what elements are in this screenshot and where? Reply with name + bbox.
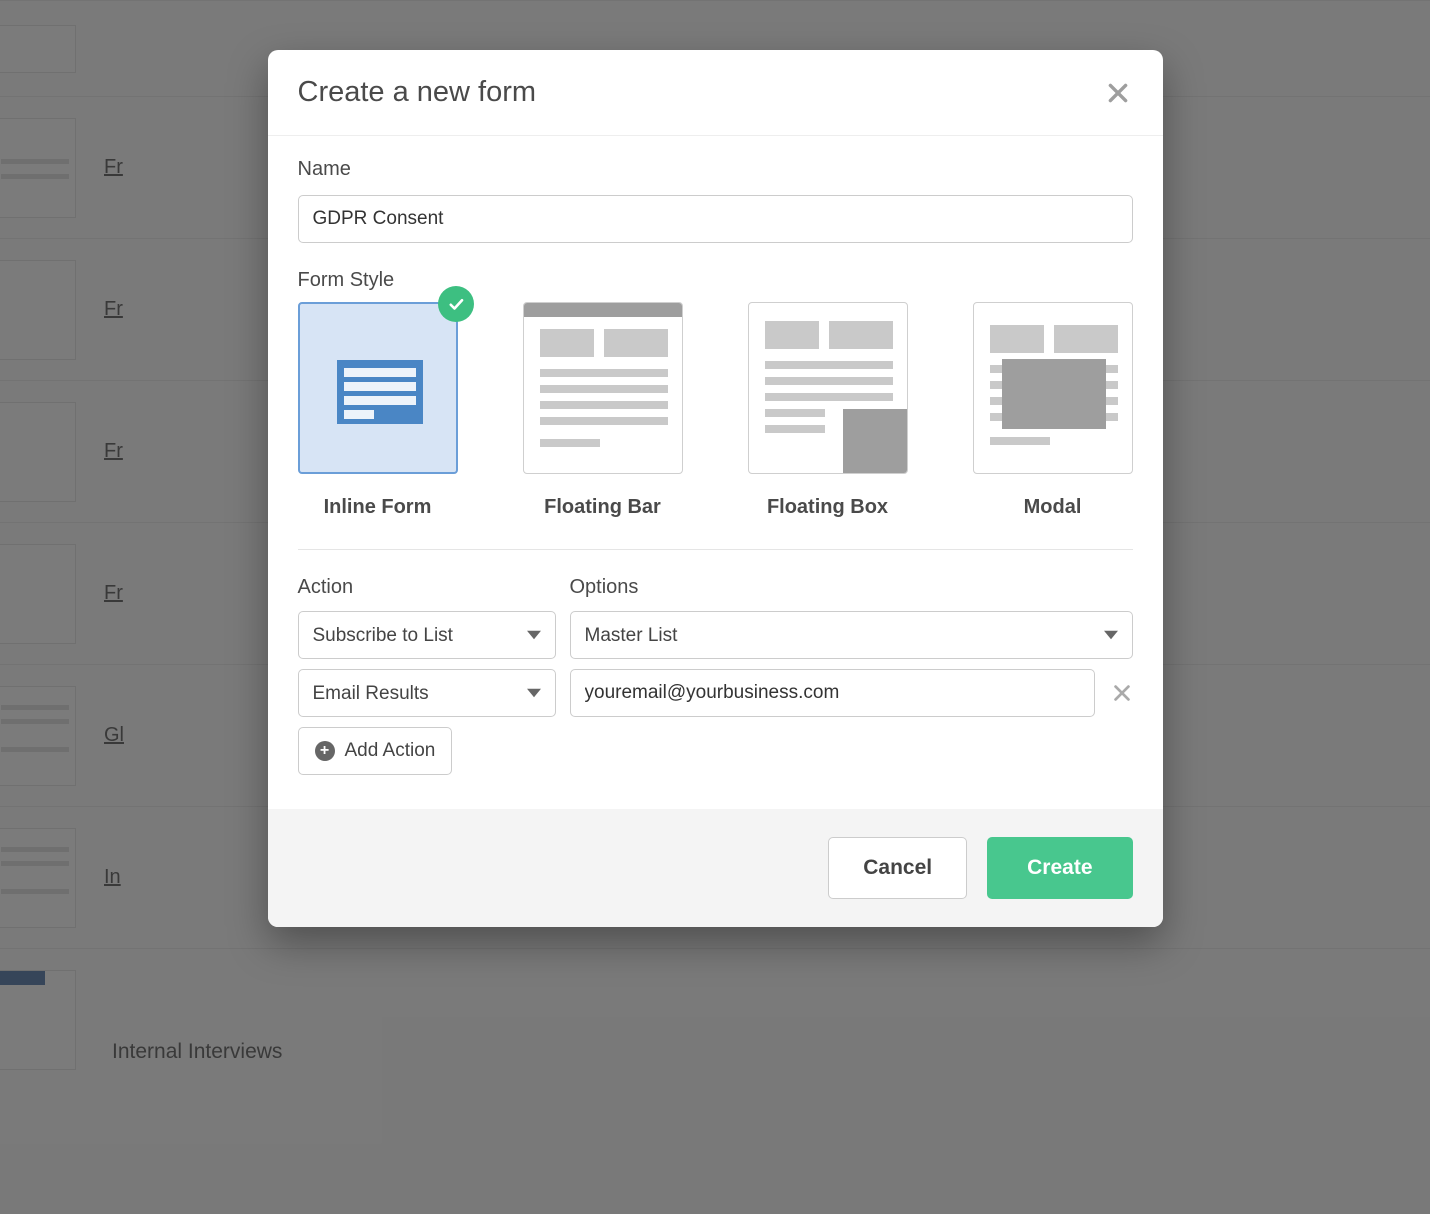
style-inline-form[interactable] [298, 302, 458, 474]
style-modal[interactable] [973, 302, 1133, 474]
add-action-label: Add Action [345, 740, 436, 762]
modal-footer: Cancel Create [268, 809, 1163, 927]
modal-header: Create a new form [268, 50, 1163, 136]
name-input[interactable] [298, 195, 1133, 243]
actions-grid: Action Options Subscribe to List Master … [298, 576, 1133, 717]
modal-body: Name Form Style [268, 136, 1163, 809]
create-button[interactable]: Create [987, 837, 1132, 899]
option-input-2[interactable] [570, 669, 1095, 717]
check-icon [438, 286, 474, 322]
style-floating-box[interactable] [748, 302, 908, 474]
add-action-button[interactable]: + Add Action [298, 727, 453, 775]
style-option: Inline Form [298, 302, 458, 519]
style-option: Floating Bar [523, 302, 683, 519]
modal-overlay: Create a new form Name Form Style [0, 0, 1430, 1214]
style-floating-bar-label: Floating Bar [544, 496, 661, 519]
cancel-button[interactable]: Cancel [828, 837, 967, 899]
modal-title: Create a new form [298, 76, 537, 109]
action-label: Action [298, 576, 556, 599]
option-row-2 [570, 669, 1133, 717]
plus-icon: + [315, 741, 335, 761]
close-icon[interactable] [1105, 80, 1131, 106]
name-label: Name [298, 158, 1133, 181]
style-options: Inline Form [298, 302, 1133, 519]
style-option: Floating Box [748, 302, 908, 519]
action-select-1[interactable]: Subscribe to List [298, 611, 556, 659]
style-floating-box-label: Floating Box [767, 496, 888, 519]
style-option: Modal [973, 302, 1133, 519]
remove-action-icon[interactable] [1111, 682, 1133, 704]
action-select-2[interactable]: Email Results [298, 669, 556, 717]
style-modal-label: Modal [1024, 496, 1082, 519]
style-inline-label: Inline Form [324, 496, 432, 519]
divider [298, 549, 1133, 550]
options-label: Options [570, 576, 1133, 599]
style-floating-bar[interactable] [523, 302, 683, 474]
create-form-modal: Create a new form Name Form Style [268, 50, 1163, 927]
option-select-1[interactable]: Master List [570, 611, 1133, 659]
form-style-label: Form Style [298, 269, 1133, 292]
